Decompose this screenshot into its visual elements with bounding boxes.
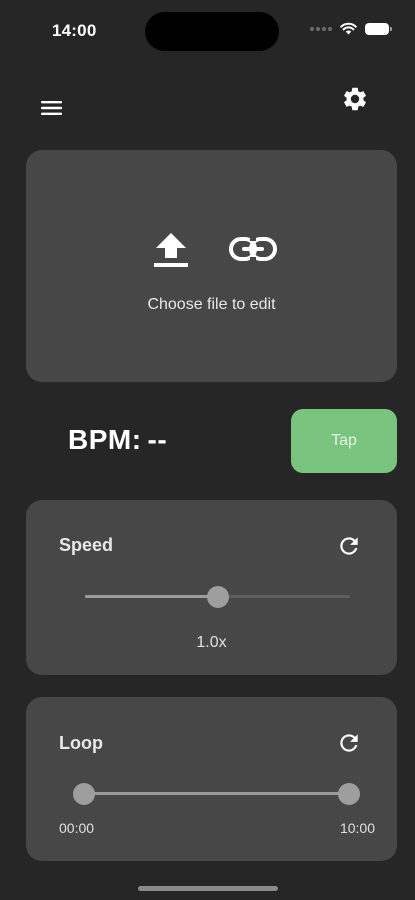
- refresh-icon: [340, 537, 358, 555]
- status-time: 14:00: [52, 21, 97, 40]
- bpm-value: --: [147, 424, 168, 455]
- speed-card: Speed 1.0x: [26, 500, 397, 675]
- loop-range-fill: [84, 792, 349, 795]
- speed-slider-fill: [85, 595, 218, 598]
- app-screen: 14:00 Choose file to edit BPM: -- Tap Sp…: [0, 0, 415, 900]
- upload-icon: [154, 233, 188, 267]
- bpm-label: BPM:: [68, 424, 142, 455]
- speed-title: Speed: [59, 535, 114, 555]
- loop-title: Loop: [59, 733, 103, 753]
- file-picker-card[interactable]: [26, 150, 397, 382]
- wifi-icon: [340, 22, 357, 35]
- loop-start-thumb[interactable]: [73, 783, 95, 805]
- link-button[interactable]: [228, 234, 278, 264]
- menu-button[interactable]: [40, 98, 64, 118]
- home-indicator: [138, 886, 278, 891]
- battery-icon: [365, 22, 392, 35]
- signal-dots-icon: [310, 26, 332, 31]
- dynamic-island: [145, 12, 279, 51]
- status-icons: [310, 22, 392, 35]
- hamburger-menu-icon: [41, 101, 62, 115]
- loop-range-slider[interactable]: [84, 792, 349, 795]
- choose-file-label[interactable]: Choose file to edit: [26, 296, 397, 314]
- speed-reset-button[interactable]: [336, 533, 362, 559]
- bpm-display: BPM: --: [68, 424, 167, 456]
- gear-icon: [344, 87, 366, 111]
- loop-reset-button[interactable]: [336, 730, 362, 756]
- speed-value: 1.0x: [196, 634, 227, 651]
- settings-button[interactable]: [341, 85, 369, 113]
- refresh-icon: [340, 734, 358, 752]
- upload-button[interactable]: [152, 230, 190, 270]
- loop-start-time: 00:00: [59, 820, 95, 836]
- link-icon: [229, 237, 277, 261]
- speed-slider-thumb[interactable]: [206, 586, 229, 608]
- loop-end-thumb[interactable]: [338, 783, 360, 805]
- tap-button[interactable]: Tap: [291, 409, 397, 473]
- loop-card: Loop 00:00 10:00: [26, 697, 397, 861]
- loop-end-time: 10:00: [339, 820, 375, 836]
